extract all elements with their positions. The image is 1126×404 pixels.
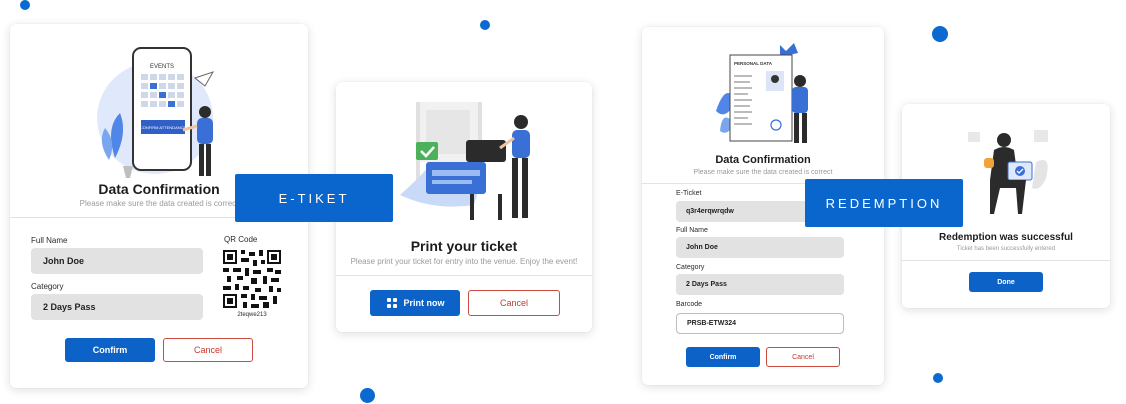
full-name-label: Full Name <box>31 236 68 245</box>
full-name-field[interactable]: John Doe <box>31 248 203 274</box>
redemption-ribbon: REDEMPTION <box>805 179 963 227</box>
barcode-label: Barcode <box>676 301 703 308</box>
full-name-field[interactable]: John Doe <box>676 237 844 258</box>
confirm-button[interactable]: Confirm <box>65 338 155 362</box>
svg-text:EVENTS: EVENTS <box>150 64 174 70</box>
cancel-button[interactable]: Cancel <box>766 347 840 367</box>
printer-illustration <box>400 102 530 220</box>
qr-code-label: QR Code <box>224 235 258 244</box>
decor-dot <box>360 388 375 403</box>
category-field[interactable]: 2 Days Pass <box>31 294 203 320</box>
category-field[interactable]: 2 Days Pass <box>676 274 844 295</box>
cancel-button[interactable]: Cancel <box>163 338 253 362</box>
decor-dot <box>480 20 490 30</box>
eticket-ribbon: E-TIKET <box>235 174 393 222</box>
cancel-button[interactable]: Cancel <box>468 290 560 316</box>
card-subtitle: Ticket has been successfully entered <box>956 246 1056 252</box>
divider <box>336 275 592 276</box>
qr-code-text: 2teqwe213 <box>237 312 267 318</box>
svg-text:PERSONAL DATA: PERSONAL DATA <box>734 61 773 66</box>
decor-dot <box>933 373 943 383</box>
card-subtitle: Please print your ticket for entry into … <box>350 257 578 266</box>
card-title: Redemption was successful <box>939 232 1073 243</box>
confirm-button[interactable]: Confirm <box>686 347 760 367</box>
svg-text:CONFIRM ATTENDANCE: CONFIRM ATTENDANCE <box>140 125 187 130</box>
barcode-input[interactable]: PRSB-ETW324 <box>676 313 844 334</box>
divider <box>902 260 1110 261</box>
check-icon <box>416 142 438 160</box>
card-title: Data Confirmation <box>715 154 811 166</box>
category-label: Category <box>676 264 705 271</box>
card-title: Print your ticket <box>410 238 518 254</box>
qr-code-icon <box>223 250 281 308</box>
success-illustration <box>968 130 1048 214</box>
personal-data-illustration: PERSONAL DATA <box>716 43 808 143</box>
card-subtitle: Please make sure the data created is cor… <box>693 169 833 176</box>
decor-dot <box>932 26 948 42</box>
decor-dot <box>20 0 30 10</box>
category-label: Category <box>31 282 64 291</box>
eticket-label: E-Ticket <box>676 190 702 197</box>
events-phone-illustration: EVENTS CONFIRM ATTENDANCE <box>97 47 215 178</box>
print-icon <box>386 298 397 308</box>
print-now-button[interactable]: Print now <box>370 290 460 316</box>
print-now-label: Print now <box>403 298 445 308</box>
full-name-label: Full Name <box>676 227 708 234</box>
done-button[interactable]: Done <box>969 272 1043 292</box>
